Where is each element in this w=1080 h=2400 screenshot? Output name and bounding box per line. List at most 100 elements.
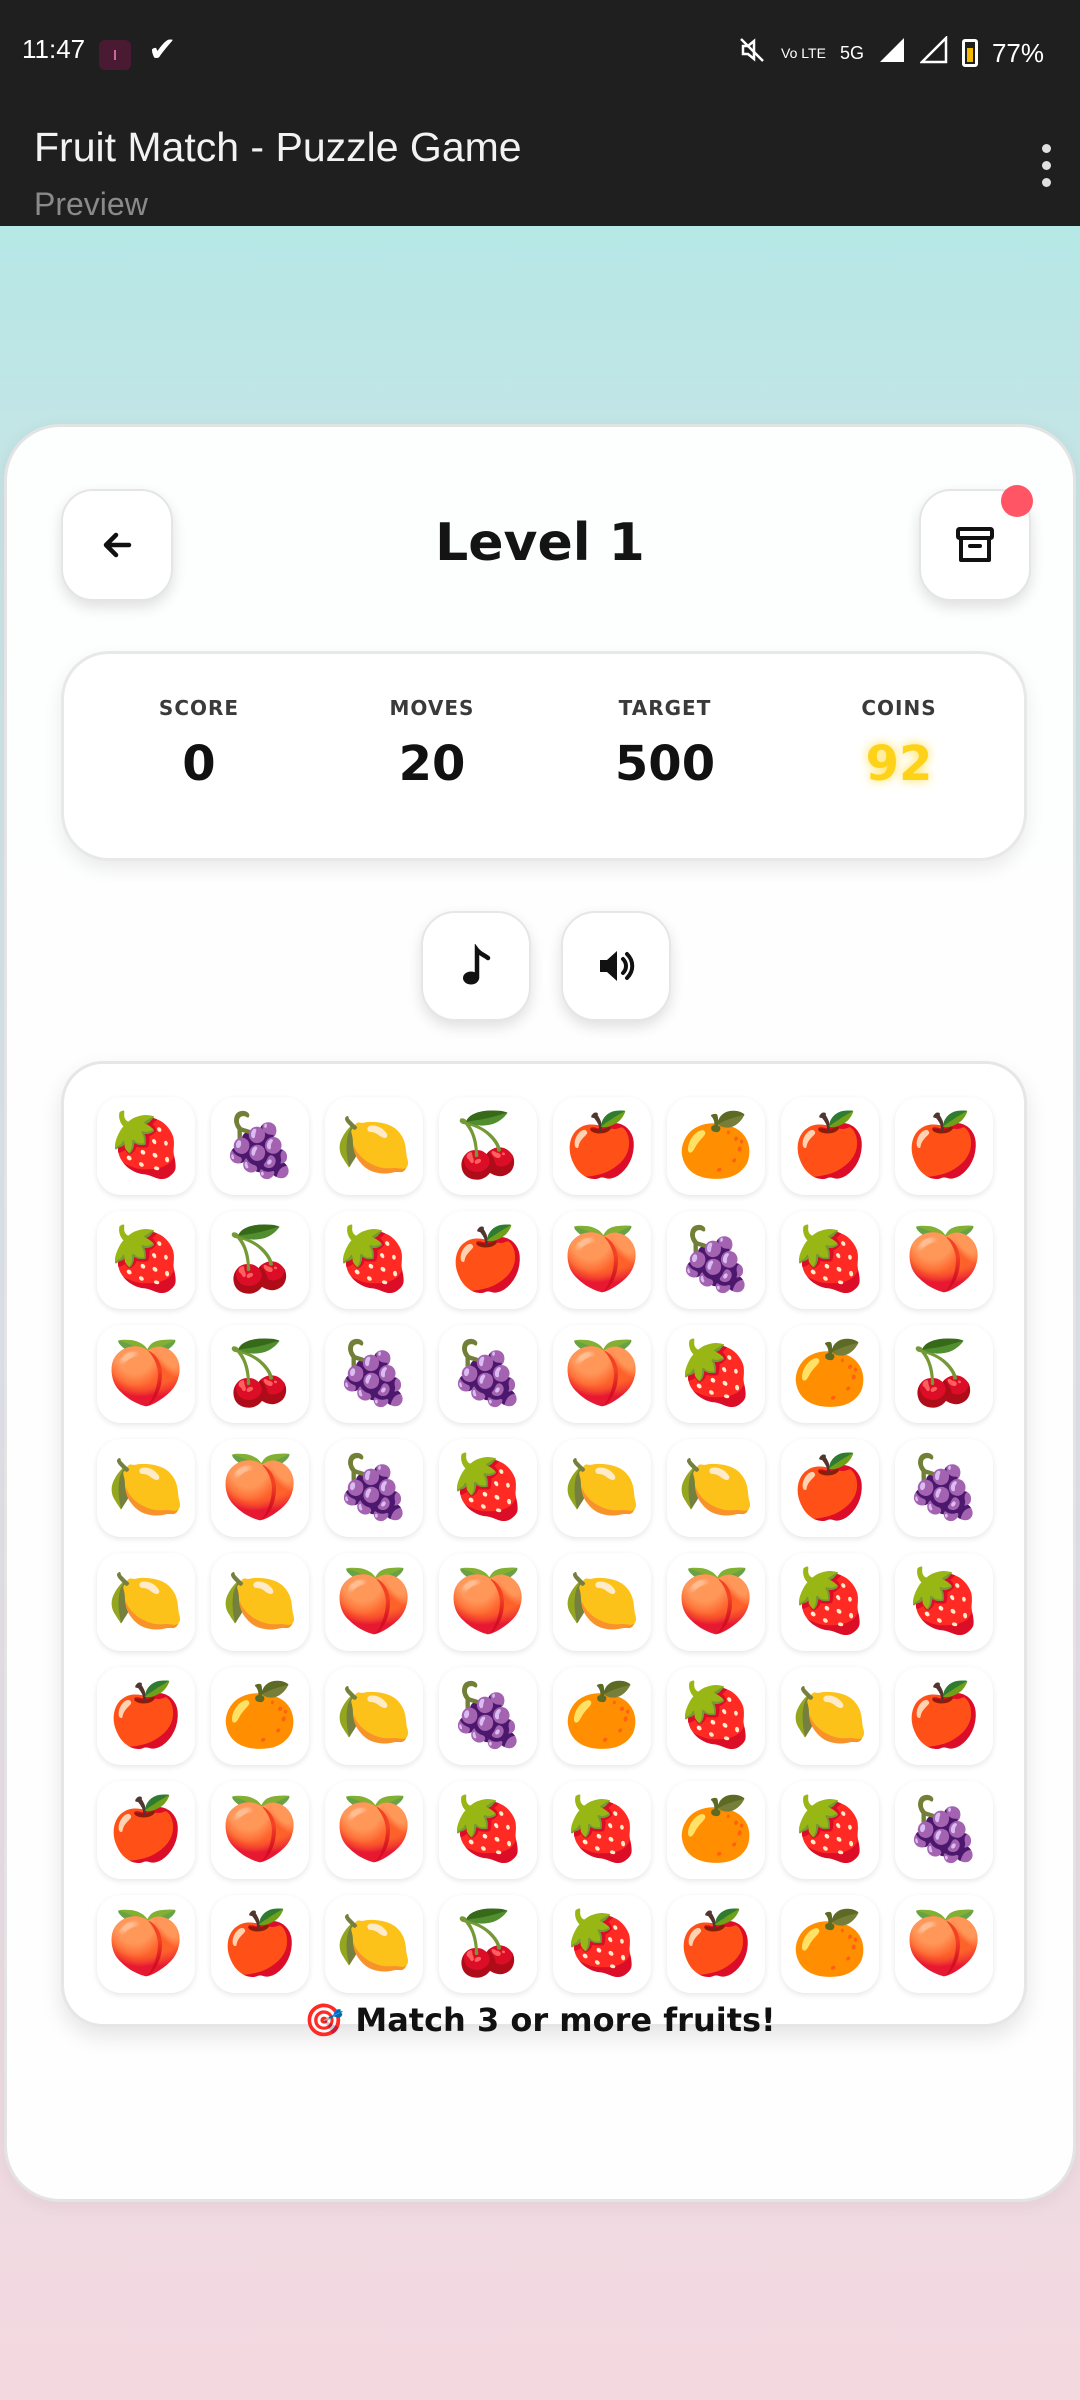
fruit-tile-grapes[interactable]: 🍇: [895, 1781, 993, 1879]
fruit-tile-apple[interactable]: 🍎: [895, 1097, 993, 1195]
fruit-tile-lemon[interactable]: 🍋: [667, 1439, 765, 1537]
fruit-tile-peach[interactable]: 🍑: [325, 1781, 423, 1879]
music-note-icon: [463, 944, 491, 985]
fruit-tile-peach[interactable]: 🍑: [553, 1211, 651, 1309]
fruit-tile-grapes[interactable]: 🍇: [211, 1097, 309, 1195]
fruit-tile-apple[interactable]: 🍎: [895, 1667, 993, 1765]
signal-2-icon: [918, 34, 948, 71]
app-subtitle: Preview: [34, 186, 148, 222]
fruit-tile-strawberry[interactable]: 🍓: [97, 1211, 195, 1309]
fruit-tile-strawberry[interactable]: 🍓: [325, 1211, 423, 1309]
fruit-tile-lemon[interactable]: 🍋: [553, 1439, 651, 1537]
fruit-tile-peach[interactable]: 🍑: [895, 1211, 993, 1309]
fruit-tile-grapes[interactable]: 🍇: [667, 1211, 765, 1309]
fruit-tile-lemon[interactable]: 🍋: [97, 1439, 195, 1537]
more-vert-icon[interactable]: [1038, 144, 1054, 187]
signal-icon: [878, 36, 906, 71]
archive-button[interactable]: [919, 485, 1033, 601]
fruit-tile-strawberry[interactable]: 🍓: [553, 1895, 651, 1993]
fruit-tile-grapes[interactable]: 🍇: [895, 1439, 993, 1537]
fruit-tile-peach[interactable]: 🍑: [97, 1895, 195, 1993]
fruit-tile-peach[interactable]: 🍑: [211, 1781, 309, 1879]
stat-score: SCORE 0: [99, 696, 299, 792]
game-card: Level 1 SCORE 0 MOVES 20 TARGET 500 COIN…: [4, 424, 1076, 2202]
fruit-tile-apple[interactable]: 🍎: [439, 1211, 537, 1309]
fruit-tile-peach[interactable]: 🍑: [211, 1439, 309, 1537]
sound-toggle-button[interactable]: [561, 911, 671, 1021]
status-time: 11:47: [22, 34, 86, 64]
status-bar: 11:47 ✔ Vo LTE 5G 77%: [0, 0, 1080, 106]
stat-label: TARGET: [618, 696, 712, 720]
network-type: 5G: [839, 42, 864, 63]
stat-coins: COINS 92: [799, 696, 999, 792]
fruit-tile-apple[interactable]: 🍎: [781, 1097, 879, 1195]
fruit-tile-orange[interactable]: 🍊: [553, 1667, 651, 1765]
checkmark-icon: ✔: [148, 31, 177, 69]
fruit-tile-peach[interactable]: 🍑: [97, 1325, 195, 1423]
app-title: Fruit Match - Puzzle Game: [34, 124, 522, 170]
fruit-tile-strawberry[interactable]: 🍓: [895, 1553, 993, 1651]
stat-value: 92: [865, 736, 933, 792]
fruit-tile-cherries[interactable]: 🍒: [439, 1097, 537, 1195]
volte-indicator: Vo LTE: [781, 45, 826, 61]
stat-value: 20: [398, 736, 466, 792]
fruit-tile-grapes[interactable]: 🍇: [325, 1325, 423, 1423]
fruit-tile-apple[interactable]: 🍎: [667, 1895, 765, 1993]
fruit-tile-strawberry[interactable]: 🍓: [667, 1325, 765, 1423]
battery-percent: 77%: [991, 37, 1044, 68]
stat-moves: MOVES 20: [332, 696, 532, 792]
fruit-tile-orange[interactable]: 🍊: [667, 1781, 765, 1879]
fruit-tile-grapes[interactable]: 🍇: [325, 1439, 423, 1537]
fruit-tile-grapes[interactable]: 🍇: [439, 1325, 537, 1423]
fruit-tile-lemon[interactable]: 🍋: [211, 1553, 309, 1651]
game-board: 🍓 🍇 🍋 🍒 🍎 🍊 🍎 🍎 🍓 🍒 🍓 🍎 🍑 🍇 🍓 🍑 🍑 🍒 🍇 🍇 🍑 🍓 🍊 🍒 🍋 🍑 🍇 🍓 🍋 🍋 🍎 🍇 🍋 🍋 🍑 🍑 🍋 🍑 🍓 🍓…: [61, 1061, 1027, 2027]
app-bar: Fruit Match - Puzzle Game Preview: [0, 106, 1080, 226]
fruit-tile-peach[interactable]: 🍑: [553, 1325, 651, 1423]
fruit-tile-orange[interactable]: 🍊: [781, 1895, 879, 1993]
fruit-tile-strawberry[interactable]: 🍓: [667, 1667, 765, 1765]
fruit-tile-lemon[interactable]: 🍋: [325, 1097, 423, 1195]
battery-icon: [961, 39, 978, 67]
fruit-tile-strawberry[interactable]: 🍓: [781, 1211, 879, 1309]
fruit-tile-lemon[interactable]: 🍋: [781, 1667, 879, 1765]
fruit-tile-cherries[interactable]: 🍒: [211, 1211, 309, 1309]
fruit-tile-strawberry[interactable]: 🍓: [97, 1097, 195, 1195]
fruit-tile-orange[interactable]: 🍊: [667, 1097, 765, 1195]
fruit-tile-lemon[interactable]: 🍋: [553, 1553, 651, 1651]
fruit-tile-apple[interactable]: 🍎: [211, 1895, 309, 1993]
stat-value: 0: [182, 736, 216, 792]
fruit-tile-grapes[interactable]: 🍇: [439, 1667, 537, 1765]
notification-dot: [1001, 485, 1033, 517]
fruit-tile-peach[interactable]: 🍑: [325, 1553, 423, 1651]
fruit-tile-strawberry[interactable]: 🍓: [439, 1439, 537, 1537]
fruit-tile-cherries[interactable]: 🍒: [211, 1325, 309, 1423]
fruit-tile-apple[interactable]: 🍎: [781, 1439, 879, 1537]
fruit-tile-apple[interactable]: 🍎: [97, 1781, 195, 1879]
fruit-grid: 🍓 🍇 🍋 🍒 🍎 🍊 🍎 🍎 🍓 🍒 🍓 🍎 🍑 🍇 🍓 🍑 🍑 🍒 🍇 🍇 🍑 🍓 🍊 🍒 🍋 🍑 🍇 🍓 🍋 🍋 🍎 🍇 🍋 🍋 🍑 🍑 🍋 🍑 🍓 🍓…: [97, 1097, 993, 1993]
fruit-tile-strawberry[interactable]: 🍓: [439, 1781, 537, 1879]
speaker-icon: [600, 951, 635, 981]
fruit-tile-lemon[interactable]: 🍋: [325, 1895, 423, 1993]
fruit-tile-peach[interactable]: 🍑: [895, 1895, 993, 1993]
fruit-tile-apple[interactable]: 🍎: [97, 1667, 195, 1765]
stat-label: COINS: [861, 696, 937, 720]
fruit-tile-cherries[interactable]: 🍒: [439, 1895, 537, 1993]
stat-value: 500: [614, 736, 716, 792]
fruit-tile-strawberry[interactable]: 🍓: [781, 1553, 879, 1651]
fruit-tile-cherries[interactable]: 🍒: [895, 1325, 993, 1423]
stats-panel: SCORE 0 MOVES 20 TARGET 500 COINS 92: [61, 651, 1027, 861]
fruit-tile-lemon[interactable]: 🍋: [97, 1553, 195, 1651]
mute-icon: [737, 35, 767, 72]
fruit-tile-orange[interactable]: 🍊: [211, 1667, 309, 1765]
music-toggle-button[interactable]: [421, 911, 531, 1021]
fruit-tile-strawberry[interactable]: 🍓: [781, 1781, 879, 1879]
fruit-tile-peach[interactable]: 🍑: [439, 1553, 537, 1651]
fruit-tile-lemon[interactable]: 🍋: [325, 1667, 423, 1765]
fruit-tile-strawberry[interactable]: 🍓: [553, 1781, 651, 1879]
fruit-tile-apple[interactable]: 🍎: [553, 1097, 651, 1195]
stat-target: TARGET 500: [565, 696, 765, 792]
stat-label: MOVES: [389, 696, 475, 720]
fruit-tile-peach[interactable]: 🍑: [667, 1553, 765, 1651]
fruit-tile-orange[interactable]: 🍊: [781, 1325, 879, 1423]
stat-label: SCORE: [158, 696, 240, 720]
